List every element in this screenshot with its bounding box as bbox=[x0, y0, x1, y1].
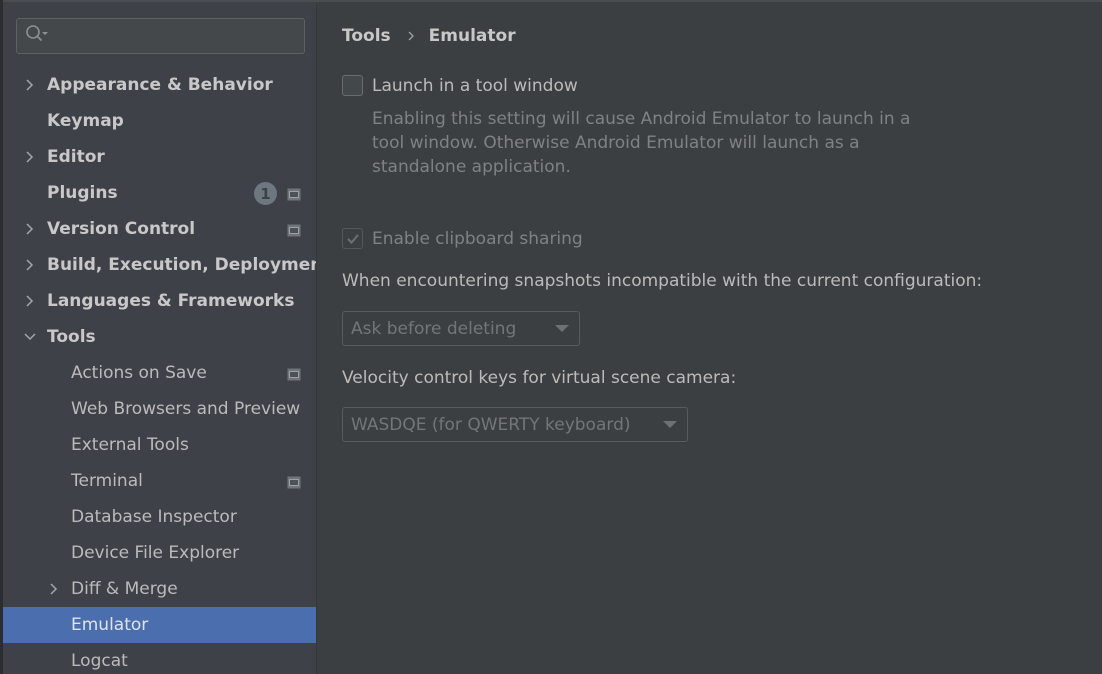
chevron-right-icon[interactable] bbox=[23, 150, 37, 164]
chevron-right-icon[interactable] bbox=[23, 78, 37, 92]
sidebar-item-label: Actions on Save bbox=[71, 363, 207, 383]
search-input[interactable] bbox=[49, 19, 304, 53]
project-level-icon bbox=[287, 186, 301, 201]
dropdown-arrow-icon bbox=[663, 421, 677, 428]
sidebar-item-label: Languages & Frameworks bbox=[47, 291, 295, 311]
update-count-badge: 1 bbox=[254, 182, 277, 205]
sidebar-item-build-execution-deployment[interactable]: Build, Execution, Deployment bbox=[3, 247, 331, 283]
launch-in-tool-window-checkbox-row[interactable]: Launch in a tool window bbox=[342, 75, 578, 96]
chevron-right-icon[interactable] bbox=[23, 294, 37, 308]
project-level-icon bbox=[287, 474, 301, 489]
chevron-right-icon[interactable] bbox=[47, 582, 61, 596]
snapshots-dropdown[interactable]: Ask before deleting bbox=[342, 311, 580, 346]
sidebar-item-label: Editor bbox=[47, 147, 105, 167]
clipboard-sharing-checkbox[interactable] bbox=[342, 228, 363, 249]
breadcrumb-current: Emulator bbox=[428, 26, 516, 46]
sidebar-item-label: Plugins bbox=[47, 183, 118, 203]
sidebar-item-label: Database Inspector bbox=[71, 507, 237, 527]
chevron-down-icon[interactable] bbox=[23, 330, 37, 344]
sidebar-item-diff-and-merge[interactable]: Diff & Merge bbox=[3, 571, 316, 607]
breadcrumb-parent[interactable]: Tools bbox=[342, 26, 391, 46]
sidebar-item-label: Tools bbox=[47, 327, 96, 347]
snapshots-dropdown-value: Ask before deleting bbox=[351, 318, 517, 339]
chevron-right-icon bbox=[407, 30, 415, 42]
launch-in-tool-window-description: Enabling this setting will cause Android… bbox=[372, 109, 911, 177]
launch-in-tool-window-label[interactable]: Launch in a tool window bbox=[372, 76, 578, 96]
sidebar-item-plugins[interactable]: Plugins 1 bbox=[3, 175, 316, 211]
sidebar-item-editor[interactable]: Editor bbox=[3, 139, 316, 175]
velocity-keys-dropdown[interactable]: WASDQE (for QWERTY keyboard) bbox=[342, 407, 688, 442]
project-level-icon bbox=[287, 222, 301, 237]
sidebar-item-database-inspector[interactable]: Database Inspector bbox=[3, 499, 316, 535]
sidebar-item-appearance-and-behavior[interactable]: Appearance & Behavior bbox=[3, 67, 316, 103]
settings-content: Tools Emulator Launch in a tool window E… bbox=[317, 2, 1102, 674]
dropdown-arrow-icon bbox=[555, 325, 569, 332]
sidebar-item-logcat[interactable]: Logcat bbox=[3, 643, 316, 674]
clipboard-sharing-checkbox-row[interactable]: Enable clipboard sharing bbox=[342, 228, 583, 249]
sidebar-item-label: Build, Execution, Deployment bbox=[47, 255, 331, 275]
velocity-keys-label: Velocity control keys for virtual scene … bbox=[342, 368, 737, 388]
sidebar-item-label: Logcat bbox=[71, 651, 128, 671]
checkmark-icon bbox=[346, 233, 359, 244]
velocity-keys-dropdown-value: WASDQE (for QWERTY keyboard) bbox=[351, 414, 631, 435]
sidebar-item-label: External Tools bbox=[71, 435, 189, 455]
sidebar-item-label: Diff & Merge bbox=[71, 579, 178, 599]
sidebar-item-label: Appearance & Behavior bbox=[47, 75, 273, 95]
sidebar-item-label: Keymap bbox=[47, 111, 124, 131]
sidebar-item-tools[interactable]: Tools bbox=[3, 319, 316, 355]
snapshots-label: When encountering snapshots incompatible… bbox=[342, 271, 983, 291]
chevron-right-icon[interactable] bbox=[23, 222, 37, 236]
search-field[interactable] bbox=[16, 18, 305, 54]
sidebar-item-web-browsers-and-preview[interactable]: Web Browsers and Preview bbox=[3, 391, 316, 427]
sidebar-item-label: Terminal bbox=[71, 471, 143, 491]
sidebar-item-external-tools[interactable]: External Tools bbox=[3, 427, 316, 463]
clipboard-sharing-label[interactable]: Enable clipboard sharing bbox=[372, 229, 583, 249]
sidebar-item-version-control[interactable]: Version Control bbox=[3, 211, 316, 247]
sidebar-item-keymap[interactable]: Keymap bbox=[3, 103, 316, 139]
sidebar-item-emulator[interactable]: Emulator bbox=[3, 607, 316, 643]
settings-sidebar: Appearance & Behavior Keymap Editor Plugins… bbox=[3, 2, 331, 674]
project-level-icon bbox=[287, 366, 301, 381]
launch-in-tool-window-checkbox[interactable] bbox=[342, 75, 363, 96]
sidebar-item-actions-on-save[interactable]: Actions on Save bbox=[3, 355, 316, 391]
chevron-right-icon[interactable] bbox=[23, 258, 37, 272]
sidebar-item-device-file-explorer[interactable]: Device File Explorer bbox=[3, 535, 316, 571]
sidebar-item-terminal[interactable]: Terminal bbox=[3, 463, 316, 499]
search-icon[interactable] bbox=[25, 24, 49, 48]
sidebar-item-label: Version Control bbox=[47, 219, 196, 239]
sidebar-item-label: Emulator bbox=[71, 615, 149, 635]
sidebar-item-label: Web Browsers and Preview bbox=[71, 399, 301, 419]
settings-tree: Appearance & Behavior Keymap Editor Plugins… bbox=[3, 67, 331, 674]
sidebar-item-languages-and-frameworks[interactable]: Languages & Frameworks bbox=[3, 283, 316, 319]
sidebar-item-label: Device File Explorer bbox=[71, 543, 240, 563]
breadcrumb: Tools Emulator bbox=[342, 26, 516, 46]
